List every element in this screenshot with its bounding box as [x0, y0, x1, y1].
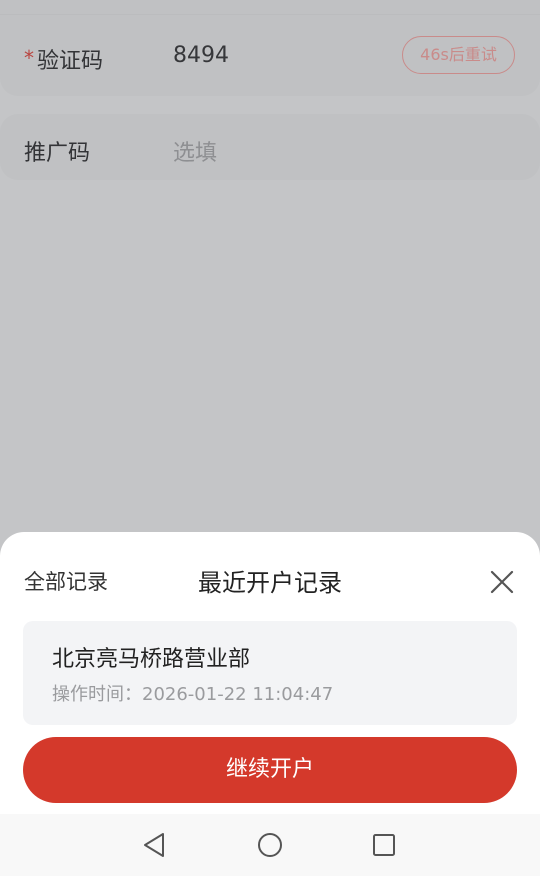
- promo-code-row: 推广码 选填: [0, 114, 540, 180]
- recent-records-sheet: 全部记录 最近开户记录 北京亮马桥路营业部 操作时间：2026-01-22 11…: [0, 532, 540, 814]
- record-time-label: 操作时间：: [52, 684, 142, 705]
- required-mark: *: [24, 46, 34, 70]
- square-recents-icon[interactable]: [367, 828, 401, 862]
- verification-code-field[interactable]: 8494: [173, 43, 229, 68]
- promo-code-input[interactable]: 选填: [173, 135, 217, 167]
- promo-code-label: 推广码: [24, 141, 91, 166]
- record-time: 操作时间：2026-01-22 11:04:47: [52, 680, 333, 706]
- verification-row: * 验证码 8494 46s后重试: [0, 0, 540, 96]
- continue-open-account-button[interactable]: 继续开户: [23, 737, 517, 803]
- circle-home-icon[interactable]: [253, 828, 287, 862]
- verification-label: 验证码: [37, 49, 104, 74]
- screen: * 验证码 8494 46s后重试 推广码 选填 全部记录 最近开户记录 北京亮…: [0, 0, 540, 876]
- record-branch-name: 北京亮马桥路营业部: [52, 647, 251, 672]
- record-time-value: 2026-01-22 11:04:47: [142, 684, 334, 705]
- divider: [0, 14, 540, 15]
- system-nav-bar: [0, 814, 540, 876]
- resend-button[interactable]: 46s后重试: [402, 36, 515, 74]
- triangle-back-icon[interactable]: [138, 828, 172, 862]
- close-icon[interactable]: [486, 566, 518, 598]
- sheet-title: 最近开户记录: [198, 569, 342, 597]
- record-item[interactable]: 北京亮马桥路营业部 操作时间：2026-01-22 11:04:47: [23, 621, 517, 725]
